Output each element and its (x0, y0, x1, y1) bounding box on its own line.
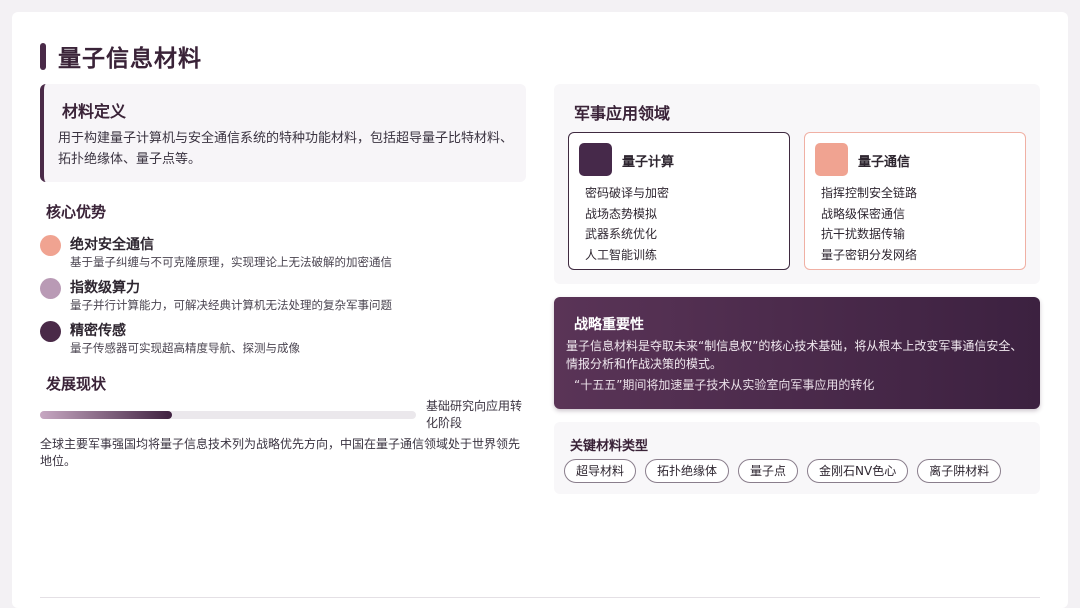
advantage-title: 绝对安全通信 (70, 237, 154, 253)
development-progress-bar (40, 411, 416, 419)
strategy-note: “十五五”期间将加速量子技术从实验室向军事应用的转化 (574, 378, 875, 392)
advantage-dot-icon (40, 278, 61, 299)
development-progress-label: 基础研究向应用转化阶段 (426, 399, 523, 430)
development-progress-fill (40, 411, 172, 419)
advantage-desc: 量子传感器可实现超高精度导航、探测与成像 (70, 341, 300, 355)
military-card-list: 指挥控制安全链路 战略级保密通信 抗干扰数据传输 量子密钥分发网络 (821, 183, 917, 265)
list-item: 战场态势模拟 (585, 206, 658, 221)
strategy-text: 量子信息材料是夺取未来“制信息权”的核心技术基础，将从根本上改变军事通信安全、情… (566, 339, 1023, 371)
advantage-desc: 量子并行计算能力，可解决经典计算机无法处理的复杂军事问题 (70, 298, 392, 312)
list-item: 量子密钥分发网络 (821, 247, 918, 262)
development-title: 发展现状 (46, 375, 107, 393)
page: 量子信息材料 材料定义 用于构建量子计算机与安全通信系统的特种功能材料，包括超导… (12, 12, 1068, 608)
advantage-title: 指数级算力 (70, 280, 140, 296)
footer-divider (40, 597, 1040, 598)
military-panel: 军事应用领域 量子计算 密码破译与加密 战场态势模拟 武器系统优化 人工智能训练… (554, 84, 1040, 284)
military-card-quantum-communication: 量子通信 指挥控制安全链路 战略级保密通信 抗干扰数据传输 量子密钥分发网络 (804, 132, 1026, 270)
list-item: 抗干扰数据传输 (821, 227, 906, 241)
strategy-title: 战略重要性 (574, 317, 644, 333)
advantage-desc: 基于量子纠缠与不可克隆原理，实现理论上无法破解的加密通信 (70, 255, 392, 269)
advantage-dot-icon (40, 235, 61, 256)
title-accent-bar (40, 42, 46, 70)
advantage-item: 精密传感 量子传感器可实现超高精度导航、探测与成像 (40, 320, 530, 360)
material-chip: 量子点 (738, 459, 799, 483)
advantage-dot-icon (40, 321, 61, 342)
list-item: 武器系统优化 (585, 227, 658, 241)
military-card-title: 量子计算 (622, 155, 675, 170)
key-types-chips: 超导材料 拓扑绝缘体 量子点 金刚石NV色心 离子阱材料 (564, 459, 1002, 483)
military-card-title: 量子通信 (858, 155, 911, 170)
military-card-quantum-computing: 量子计算 密码破译与加密 战场态势模拟 武器系统优化 人工智能训练 (568, 132, 790, 270)
advantage-title: 精密传感 (70, 323, 126, 339)
material-chip: 离子阱材料 (917, 459, 1002, 483)
definition-card: 材料定义 用于构建量子计算机与安全通信系统的特种功能材料，包括超导量子比特材料、… (40, 84, 526, 182)
material-chip: 拓扑绝缘体 (645, 459, 730, 483)
list-item: 密码破译与加密 (585, 186, 670, 200)
advantage-item: 指数级算力 量子并行计算能力，可解决经典计算机无法处理的复杂军事问题 (40, 277, 530, 317)
military-card-list: 密码破译与加密 战场态势模拟 武器系统优化 人工智能训练 (585, 183, 669, 265)
advantages-title: 核心优势 (46, 203, 107, 221)
quantum-communication-icon (815, 143, 848, 176)
definition-title: 材料定义 (62, 102, 127, 121)
list-item: 战略级保密通信 (821, 206, 906, 221)
definition-text: 用于构建量子计算机与安全通信系统的特种功能材料，包括超导量子比特材料、拓扑绝缘体… (58, 131, 514, 167)
material-chip: 超导材料 (564, 459, 637, 483)
military-title: 军事应用领域 (574, 104, 671, 123)
page-title: 量子信息材料 (58, 46, 202, 72)
quantum-computing-icon (579, 143, 612, 176)
advantage-item: 绝对安全通信 基于量子纠缠与不可克隆原理，实现理论上无法破解的加密通信 (40, 234, 530, 274)
key-types-title: 关键材料类型 (570, 439, 649, 454)
development-text: 全球主要军事强国均将量子信息技术列为战略优先方向，中国在量子通信领域处于世界领先… (40, 437, 521, 468)
list-item: 人工智能训练 (585, 247, 658, 262)
key-types-panel: 关键材料类型 超导材料 拓扑绝缘体 量子点 金刚石NV色心 离子阱材料 (554, 422, 1040, 494)
page-header: 量子信息材料 (40, 42, 202, 72)
strategy-card: 战略重要性 量子信息材料是夺取未来“制信息权”的核心技术基础，将从根本上改变军事… (554, 297, 1040, 409)
material-chip: 金刚石NV色心 (807, 459, 909, 483)
list-item: 指挥控制安全链路 (821, 186, 918, 200)
